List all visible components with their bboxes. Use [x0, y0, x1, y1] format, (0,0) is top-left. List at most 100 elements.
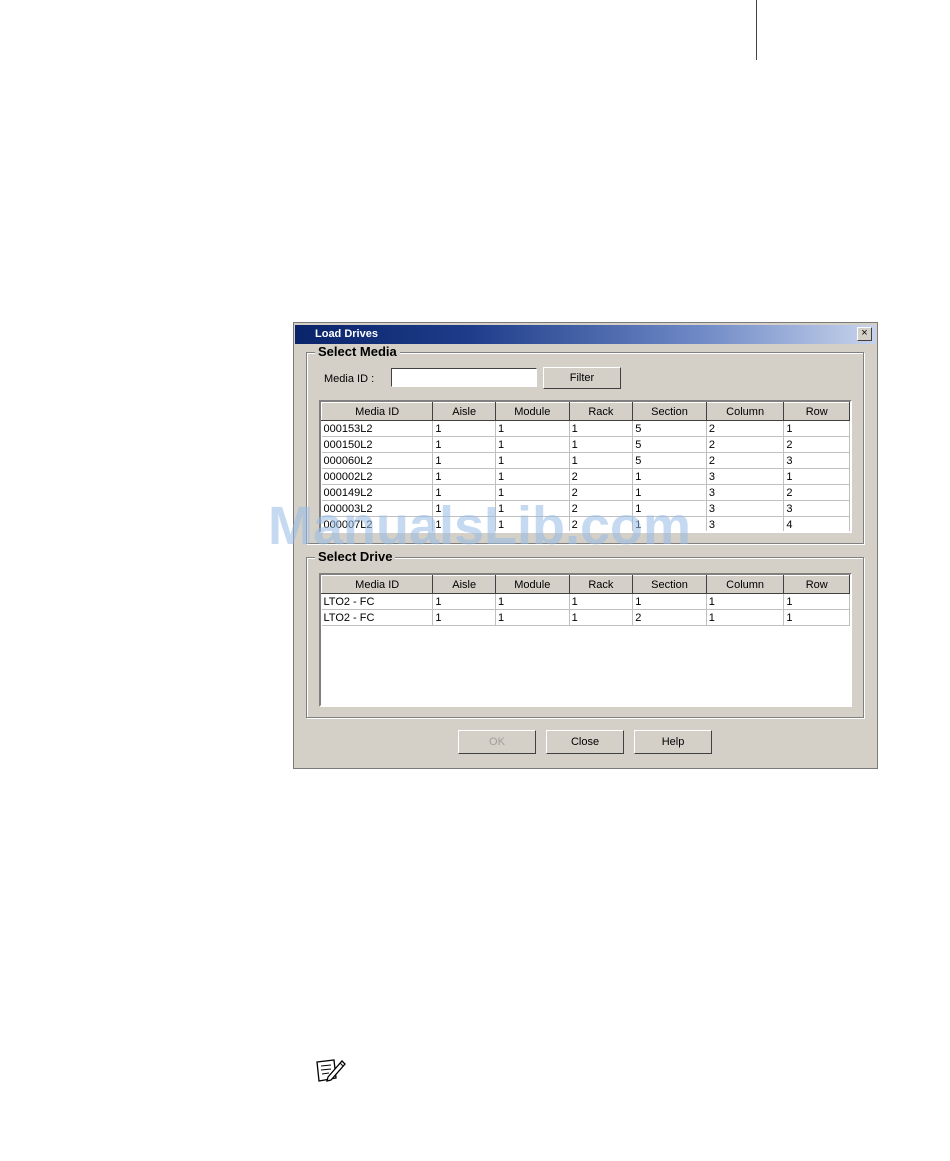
table-cell: 1 — [495, 593, 570, 610]
table-cell: 3 — [706, 468, 785, 485]
table-cell: 1 — [783, 420, 850, 437]
table-cell: 1 — [495, 468, 570, 485]
table-cell: 2 — [706, 420, 785, 437]
table-cell: 3 — [706, 500, 785, 517]
page-rule-line — [756, 0, 757, 60]
table-cell: 1 — [432, 484, 496, 501]
table-cell: 000153L2 — [321, 420, 434, 437]
ok-button[interactable]: OK — [458, 730, 536, 754]
table-cell: LTO2 - FC — [321, 593, 434, 610]
table-cell: 1 — [632, 593, 707, 610]
column-header[interactable]: Media ID — [321, 402, 434, 421]
table-cell: 2 — [569, 516, 634, 531]
table-row[interactable]: 000150L2 1 1 1 5 2 2 — [321, 436, 850, 453]
table-cell: 1 — [495, 516, 570, 531]
table-cell: 1 — [632, 484, 707, 501]
table-cell: 1 — [569, 452, 634, 469]
table-cell: 3 — [783, 452, 850, 469]
close-button[interactable]: Close — [546, 730, 624, 754]
table-cell: 1 — [495, 420, 570, 437]
select-media-legend: Select Media — [315, 344, 400, 359]
table-cell: 2 — [569, 500, 634, 517]
table-cell: 2 — [569, 484, 634, 501]
help-button[interactable]: Help — [634, 730, 712, 754]
close-icon: × — [861, 327, 868, 339]
table-row[interactable]: LTO2 - FC 1 1 1 2 1 1 — [321, 609, 850, 626]
drive-table-header: Media ID Aisle Module Rack Section Column Row — [321, 575, 850, 594]
filter-button[interactable]: Filter — [543, 367, 621, 389]
select-media-group: Select Media Media ID : Filter Media ID A… — [306, 344, 864, 544]
column-header[interactable]: Section — [632, 575, 707, 594]
dialog-titlebar[interactable]: Load Drives × — [295, 325, 876, 344]
column-header[interactable]: Column — [705, 402, 785, 421]
table-cell: 000002L2 — [321, 468, 434, 485]
select-drive-group: Select Drive Media ID Aisle Module Rack Sect… — [306, 549, 864, 718]
table-cell: 1 — [783, 593, 850, 610]
table-cell: 1 — [432, 468, 496, 485]
table-row[interactable]: 000149L2 1 1 2 1 3 2 — [321, 484, 850, 501]
table-cell: 000149L2 — [321, 484, 434, 501]
table-row[interactable]: 000003L2 1 1 2 1 3 3 — [321, 500, 850, 517]
table-cell: 1 — [495, 484, 570, 501]
table-cell: 2 — [706, 436, 785, 453]
table-row[interactable]: 000002L2 1 1 2 1 3 1 — [321, 468, 850, 485]
column-header[interactable]: Aisle — [432, 575, 496, 594]
table-cell: 1 — [569, 593, 634, 610]
table-cell: 5 — [632, 420, 707, 437]
table-cell: 1 — [495, 500, 570, 517]
select-drive-legend: Select Drive — [315, 549, 396, 564]
table-cell: 2 — [783, 484, 850, 501]
media-table[interactable]: Media ID Aisle Module Rack Section Column Row … — [319, 400, 852, 533]
table-cell: 1 — [632, 500, 707, 517]
column-header[interactable]: Section — [632, 402, 707, 421]
column-header[interactable]: Media ID — [321, 575, 434, 594]
table-cell: 3 — [706, 516, 785, 531]
load-drives-dialog: Load Drives × Select Media Media ID : Fi… — [293, 322, 878, 769]
table-cell: 1 — [569, 436, 634, 453]
table-cell: 1 — [632, 468, 707, 485]
column-header[interactable]: Row — [783, 402, 850, 421]
column-header[interactable]: Row — [783, 575, 850, 594]
table-cell: 1 — [783, 468, 850, 485]
table-cell: 1 — [495, 609, 570, 626]
table-cell: 1 — [495, 452, 570, 469]
table-row[interactable]: 000060L2 1 1 1 5 2 3 — [321, 452, 850, 469]
table-cell: 2 — [783, 436, 850, 453]
table-cell: 1 — [632, 516, 707, 531]
table-cell: 1 — [432, 436, 496, 453]
media-table-header: Media ID Aisle Module Rack Section Column Row — [321, 402, 850, 421]
table-cell: 4 — [783, 516, 850, 531]
table-cell: 000150L2 — [321, 436, 434, 453]
close-window-button[interactable]: × — [857, 327, 872, 341]
table-cell: 1 — [432, 516, 496, 531]
table-cell: 000060L2 — [321, 452, 434, 469]
column-header[interactable]: Rack — [568, 575, 634, 594]
table-cell: 1 — [569, 420, 634, 437]
table-cell: 1 — [432, 452, 496, 469]
table-cell: 1 — [706, 593, 785, 610]
table-cell: 1 — [495, 436, 570, 453]
table-cell: 1 — [432, 609, 496, 626]
dialog-title: Load Drives — [315, 328, 378, 340]
column-header[interactable]: Rack — [568, 402, 634, 421]
table-cell: 2 — [569, 468, 634, 485]
table-cell: 3 — [706, 484, 785, 501]
table-cell: 000007L2 — [321, 516, 434, 531]
table-cell: 5 — [632, 436, 707, 453]
column-header[interactable]: Aisle — [432, 402, 496, 421]
media-id-input[interactable] — [391, 368, 537, 387]
column-header[interactable]: Module — [494, 575, 570, 594]
table-row[interactable]: LTO2 - FC 1 1 1 1 1 1 — [321, 593, 850, 610]
table-cell: 5 — [632, 452, 707, 469]
note-pencil-icon — [316, 1059, 346, 1082]
table-row[interactable]: 000153L2 1 1 1 5 2 1 — [321, 420, 850, 437]
table-cell: 1 — [432, 593, 496, 610]
column-header[interactable]: Column — [705, 575, 785, 594]
table-cell: LTO2 - FC — [321, 609, 434, 626]
table-cell: 1 — [706, 609, 785, 626]
column-header[interactable]: Module — [494, 402, 570, 421]
table-cell: 000003L2 — [321, 500, 434, 517]
drive-table[interactable]: Media ID Aisle Module Rack Section Column Row … — [319, 573, 852, 707]
media-id-label: Media ID : — [324, 373, 375, 385]
table-row[interactable]: 000007L2 1 1 2 1 3 4 — [321, 516, 850, 531]
